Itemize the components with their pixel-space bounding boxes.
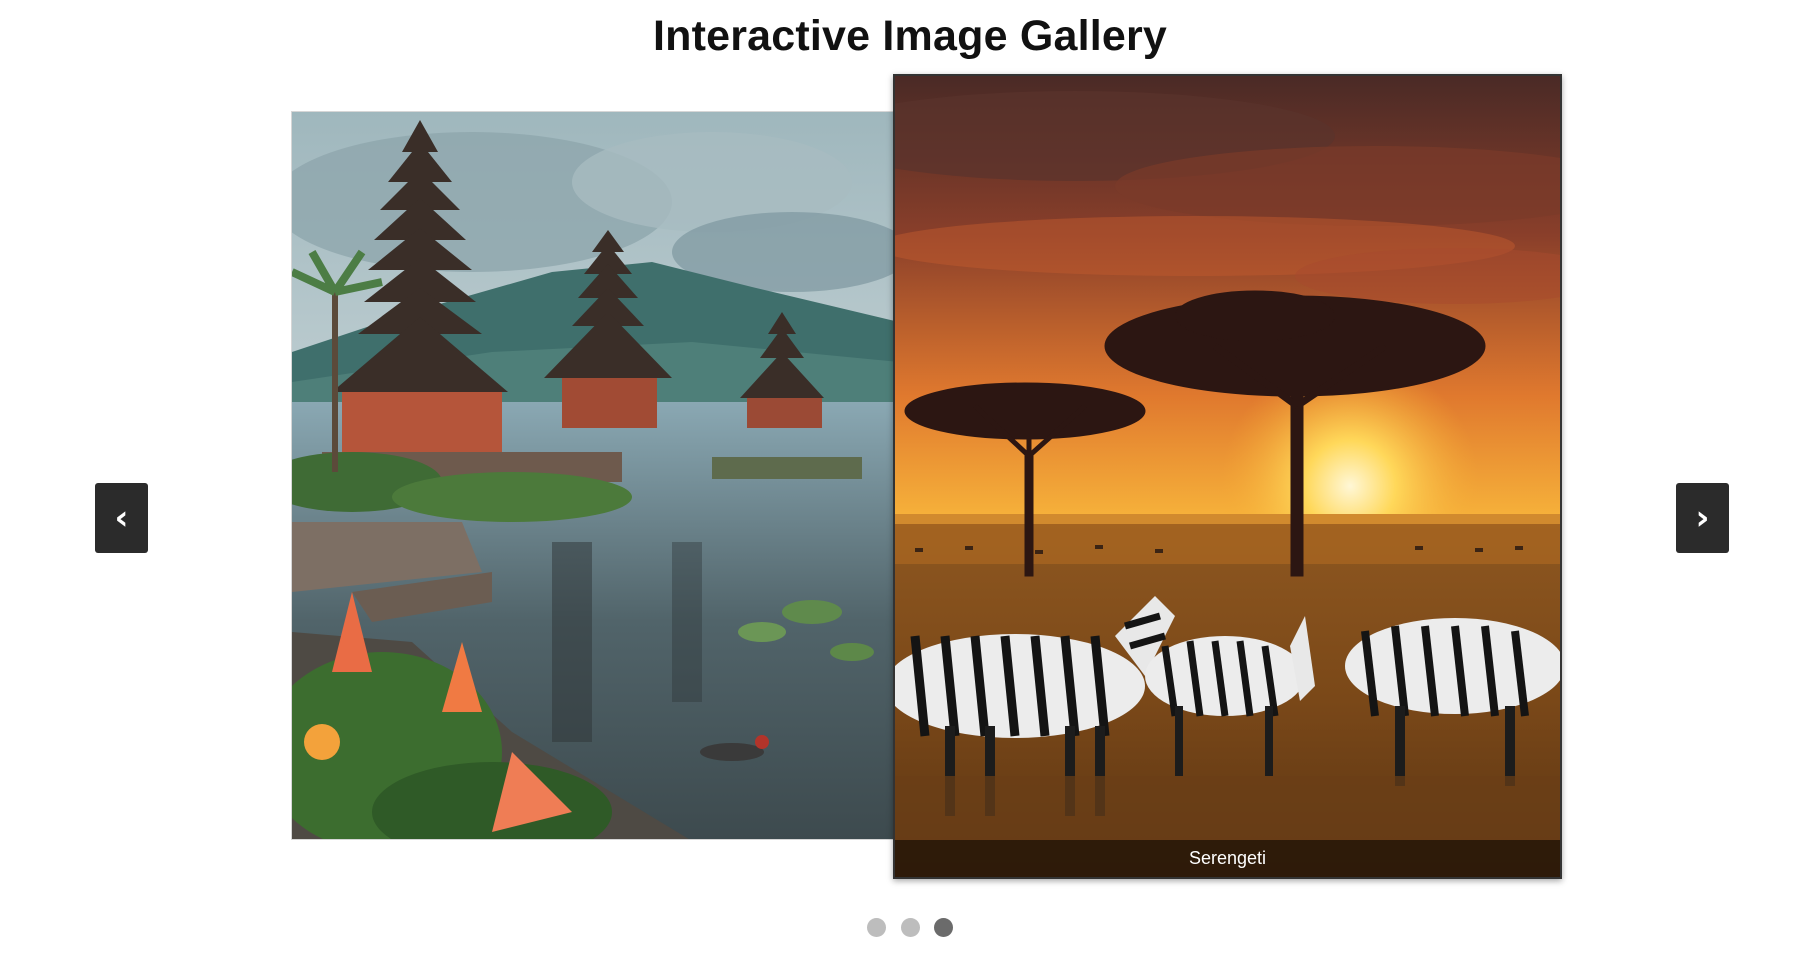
temple-lake-image	[292, 112, 897, 839]
pagination-dot-2[interactable]	[900, 918, 920, 937]
serengeti-image	[895, 76, 1560, 877]
pagination-dot-3[interactable]	[933, 918, 953, 937]
slide-image-active[interactable]: Serengeti	[893, 74, 1562, 879]
next-slide-button[interactable]: ›	[1676, 483, 1729, 553]
page-title: Interactive Image Gallery	[652, 12, 1168, 60]
slide-caption: Serengeti	[895, 840, 1560, 877]
slide-image-previous[interactable]	[291, 111, 898, 840]
gallery-page: Interactive Image Gallery Serengeti ‹ ›	[0, 0, 1820, 959]
pagination-dot-1[interactable]	[867, 918, 887, 937]
pagination-dots	[0, 918, 1820, 942]
previous-slide-button[interactable]: ‹	[95, 483, 148, 553]
